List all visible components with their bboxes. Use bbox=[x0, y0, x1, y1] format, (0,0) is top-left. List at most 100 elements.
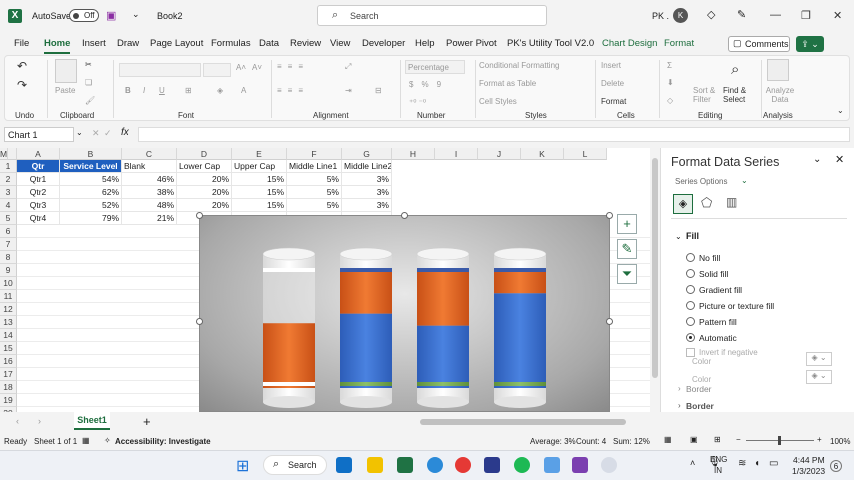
table-header-cell[interactable]: Middle Line1 bbox=[287, 160, 342, 173]
cylinder-base[interactable] bbox=[263, 396, 315, 408]
underline-icon[interactable]: U bbox=[159, 86, 165, 95]
row-header[interactable]: 7 bbox=[0, 238, 17, 251]
tab-page-layout[interactable]: Page Layout bbox=[150, 38, 203, 49]
sort-filter-button[interactable]: Sort & Filter bbox=[693, 86, 723, 104]
enter-icon[interactable]: ✓ bbox=[104, 128, 112, 139]
user-name[interactable]: PK . bbox=[652, 11, 669, 21]
table-cell[interactable]: 62% bbox=[60, 186, 122, 199]
outlook-app-icon[interactable] bbox=[336, 457, 352, 473]
delete-button[interactable]: Delete bbox=[601, 79, 624, 88]
analyze-data-icon[interactable] bbox=[767, 59, 789, 81]
file-explorer-icon[interactable] bbox=[367, 457, 383, 473]
row-header[interactable]: 12 bbox=[0, 303, 17, 316]
option-no-fill[interactable]: No fill bbox=[699, 253, 720, 263]
namebox-dropdown-icon[interactable]: ⌄ bbox=[76, 128, 83, 137]
spotify-app-icon[interactable] bbox=[514, 457, 530, 473]
cylinder-top[interactable] bbox=[262, 247, 316, 261]
formula-bar[interactable] bbox=[138, 127, 850, 142]
battery-icon[interactable]: ▭ bbox=[769, 458, 778, 469]
format-button[interactable]: Format bbox=[601, 97, 626, 106]
fill-collapse-icon[interactable]: ⌄ bbox=[675, 232, 682, 241]
tab-help[interactable]: Help bbox=[415, 38, 435, 49]
tab-format[interactable]: Format bbox=[664, 38, 694, 49]
excel-app-icon[interactable] bbox=[397, 457, 413, 473]
row-header[interactable]: 16 bbox=[0, 355, 17, 368]
tab-data[interactable]: Data bbox=[259, 38, 279, 49]
search-box[interactable]: ⌕ Search bbox=[317, 5, 547, 26]
copy-icon[interactable]: ❏ bbox=[85, 78, 92, 87]
row-header[interactable]: 9 bbox=[0, 264, 17, 277]
option-solid-fill[interactable]: Solid fill bbox=[699, 269, 728, 279]
column-header[interactable]: L bbox=[564, 148, 607, 160]
border-section-1[interactable]: Border bbox=[686, 384, 712, 394]
cancel-icon[interactable]: ✕ bbox=[92, 128, 100, 139]
vertical-scrollbar[interactable] bbox=[652, 158, 658, 378]
paste-label[interactable]: Paste bbox=[55, 86, 75, 95]
table-cell[interactable]: 52% bbox=[60, 199, 122, 212]
border-expand-icon-1[interactable]: › bbox=[678, 384, 681, 393]
table-cell[interactable]: Qtr1 bbox=[17, 173, 60, 186]
color-picker-1[interactable]: ◈ ⌄ bbox=[806, 352, 832, 366]
cylinder-top[interactable] bbox=[493, 247, 547, 261]
invert-checkbox[interactable] bbox=[686, 348, 695, 357]
border-section-2[interactable]: Border bbox=[686, 401, 714, 411]
table-cell[interactable]: 79% bbox=[60, 212, 122, 225]
table-cell[interactable]: 15% bbox=[232, 186, 287, 199]
column-header[interactable]: D bbox=[177, 148, 232, 160]
conditional-formatting-button[interactable]: Conditional Formatting bbox=[479, 61, 559, 70]
table-cell[interactable]: Qtr2 bbox=[17, 186, 60, 199]
resize-handle-mr[interactable] bbox=[606, 318, 613, 325]
wifi-icon[interactable]: ≋ bbox=[738, 458, 746, 469]
pen-icon[interactable]: ✎ bbox=[737, 8, 746, 21]
tray-chevron-icon[interactable]: ˄ bbox=[690, 458, 695, 468]
redo-icon[interactable]: ↷ bbox=[17, 78, 27, 92]
table-cell[interactable]: 5% bbox=[287, 173, 342, 186]
bar-blank[interactable] bbox=[417, 268, 469, 326]
option-pattern-fill[interactable]: Pattern fill bbox=[699, 317, 737, 327]
column-header[interactable]: J bbox=[478, 148, 521, 160]
radio-solid-fill[interactable] bbox=[686, 269, 695, 278]
add-sheet-icon[interactable]: + bbox=[143, 414, 151, 429]
italic-icon[interactable]: I bbox=[143, 86, 145, 95]
increase-font-icon[interactable]: A˄ bbox=[236, 63, 246, 72]
table-header-cell[interactable]: Service Level bbox=[60, 160, 122, 173]
windows-start-icon[interactable]: ⊞ bbox=[236, 456, 249, 476]
page-layout-icon[interactable]: ▣ bbox=[690, 435, 698, 444]
zoom-out-icon[interactable]: − bbox=[736, 435, 741, 444]
series-options-chevron-icon[interactable]: ⌄ bbox=[741, 176, 748, 185]
orientation-icon[interactable]: ⤢ bbox=[345, 62, 351, 72]
pane-close-icon[interactable]: ✕ bbox=[835, 153, 844, 166]
upper-line[interactable] bbox=[340, 268, 392, 272]
row-header[interactable]: 3 bbox=[0, 186, 17, 199]
column-header[interactable]: C bbox=[122, 148, 177, 160]
bar-service-level[interactable] bbox=[417, 325, 469, 388]
lang-eng[interactable]: ENG bbox=[710, 455, 727, 464]
resize-handle-tm[interactable] bbox=[401, 212, 408, 219]
clock-time[interactable]: 4:44 PM bbox=[793, 455, 825, 465]
fill-icon[interactable]: ⬇ bbox=[667, 78, 674, 87]
effects-icon[interactable]: ⬠ bbox=[701, 195, 712, 211]
tab-review[interactable]: Review bbox=[290, 38, 321, 49]
number-format-box[interactable]: Percentage bbox=[405, 60, 465, 74]
tab-developer[interactable]: Developer bbox=[362, 38, 405, 49]
table-cell[interactable]: 20% bbox=[177, 199, 232, 212]
table-header-cell[interactable]: Blank bbox=[122, 160, 177, 173]
tab-home[interactable]: Home bbox=[44, 38, 71, 54]
chart-area[interactable] bbox=[199, 215, 610, 412]
table-cell[interactable]: 48% bbox=[122, 199, 177, 212]
volume-icon[interactable]: ◖ bbox=[754, 458, 760, 469]
chart-styles-button[interactable]: ✎ bbox=[617, 239, 637, 259]
autosum-icon[interactable]: Σ bbox=[667, 61, 672, 70]
onenote-app-icon[interactable] bbox=[572, 457, 588, 473]
cylinder-top[interactable] bbox=[416, 247, 470, 261]
table-cell[interactable]: 5% bbox=[287, 199, 342, 212]
paste-icon[interactable] bbox=[55, 59, 77, 83]
sheet-tab-sheet1[interactable]: Sheet1 bbox=[74, 412, 110, 430]
radio-picture-fill[interactable] bbox=[686, 301, 695, 310]
lang-in[interactable]: IN bbox=[714, 466, 722, 475]
cell-styles-button[interactable]: Cell Styles bbox=[479, 97, 517, 106]
format-painter-icon[interactable]: 🖌 bbox=[85, 96, 95, 105]
ribbon-collapse-icon[interactable]: ⌄ bbox=[837, 106, 844, 115]
table-cell[interactable]: 38% bbox=[122, 186, 177, 199]
decimal-icons[interactable]: ⁺⁰ ⁻⁰ bbox=[409, 98, 426, 107]
